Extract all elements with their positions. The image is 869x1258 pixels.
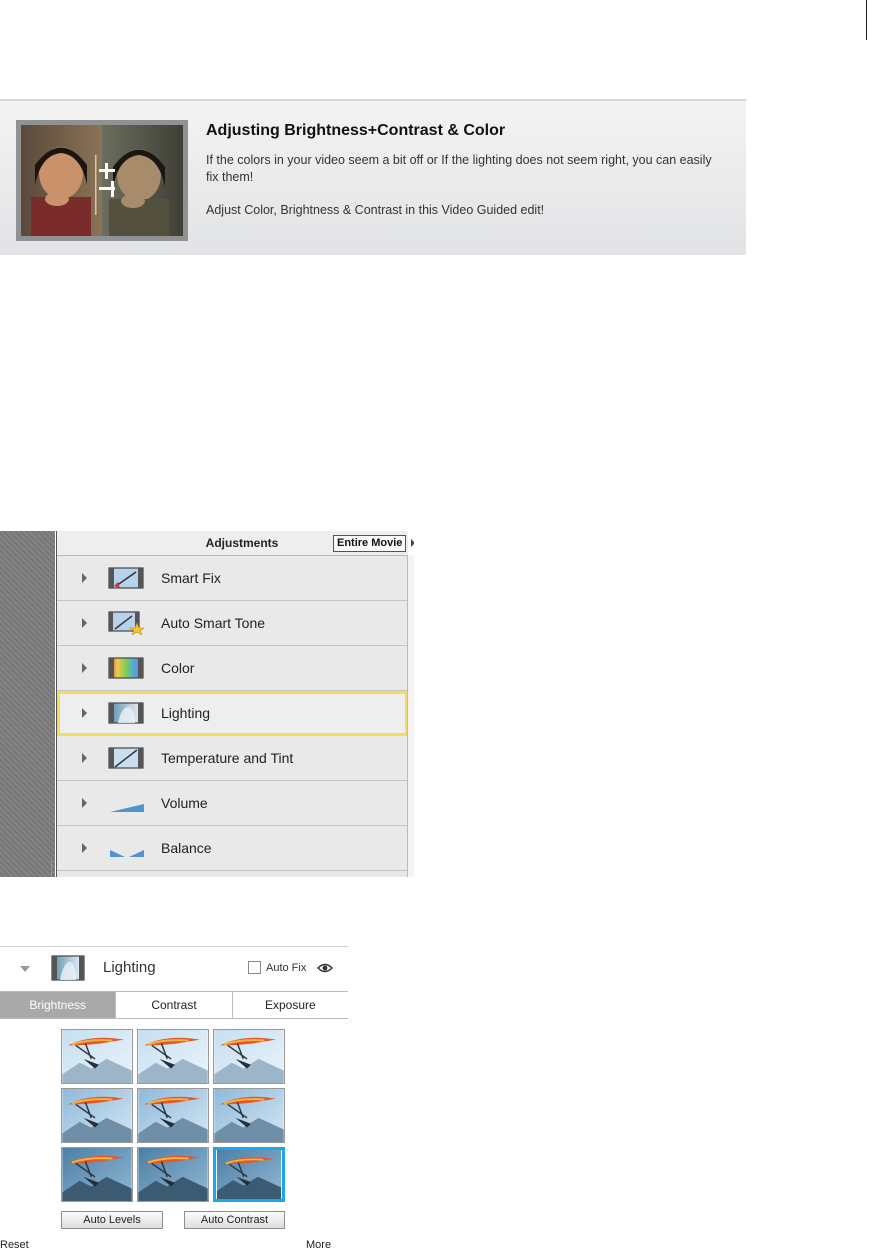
expand-arrow-icon[interactable]	[82, 618, 87, 628]
auto-contrast-button[interactable]: Auto Contrast	[184, 1211, 285, 1229]
auto-levels-button[interactable]: Auto Levels	[61, 1211, 163, 1229]
auto-fix-checkbox[interactable]: Auto Fix	[248, 961, 306, 974]
lighting-panel: Lighting Auto Fix Brightness Contrast Ex…	[0, 946, 348, 1258]
volume-icon	[110, 804, 144, 812]
temperature-tint-icon	[108, 747, 144, 769]
expand-arrow-icon[interactable]	[82, 708, 87, 718]
lighting-title: Lighting	[103, 959, 156, 976]
adjustment-balance[interactable]: Balance	[57, 826, 408, 871]
adjustments-list: Adjustments Entire Movie Smart Fix Auto	[56, 531, 414, 877]
banner-description: If the colors in your video seem a bit o…	[206, 153, 712, 184]
adjustment-label: Smart Fix	[161, 570, 221, 586]
expand-arrow-icon[interactable]	[82, 573, 87, 583]
expand-arrow-icon[interactable]	[82, 663, 87, 673]
brightness-thumbnail[interactable]	[61, 1088, 133, 1143]
tab-contrast[interactable]: Contrast	[116, 992, 233, 1018]
color-icon	[108, 657, 144, 679]
guided-edit-banner[interactable]: Adjusting Brightness+Contrast & Color If…	[0, 99, 746, 255]
hang-glider-preview-icon	[62, 1089, 132, 1142]
hang-glider-preview-icon	[214, 1030, 284, 1083]
adjustment-label: Volume	[161, 795, 208, 811]
lighting-icon	[108, 702, 144, 724]
hang-glider-preview-icon	[214, 1089, 284, 1142]
page-edge-rule	[866, 0, 867, 40]
adjustment-label: Color	[161, 660, 195, 676]
brightness-thumbnail[interactable]	[137, 1029, 209, 1084]
adjustment-auto-smart-tone[interactable]: Auto Smart Tone	[57, 601, 408, 646]
hang-glider-preview-icon	[138, 1089, 208, 1142]
smart-fix-icon	[108, 567, 144, 589]
auto-fix-label: Auto Fix	[266, 961, 307, 974]
banner-title: Adjusting Brightness+Contrast & Color	[206, 122, 506, 139]
hang-glider-preview-icon	[138, 1030, 208, 1083]
adjustments-header: Adjustments Entire Movie	[57, 531, 414, 556]
adjustment-label: Auto Smart Tone	[161, 615, 266, 631]
panel-gutter	[0, 531, 55, 877]
adjustment-temperature-tint[interactable]: Temperature and Tint	[57, 736, 408, 781]
auto-smart-tone-icon	[108, 611, 145, 635]
expand-arrow-icon[interactable]	[82, 753, 87, 763]
brightness-thumbnail[interactable]	[61, 1029, 133, 1084]
more-link[interactable]: More	[306, 1239, 331, 1251]
banner-description-secondary: Adjust Color, Brightness & Contrast in t…	[206, 203, 545, 217]
brightness-thumbnail[interactable]	[213, 1147, 285, 1202]
hang-glider-preview-icon	[216, 1150, 282, 1199]
tab-brightness[interactable]: Brightness	[0, 992, 117, 1018]
brightness-thumbnail[interactable]	[137, 1147, 209, 1202]
brightness-thumbnail[interactable]	[61, 1147, 133, 1202]
hang-glider-preview-icon	[62, 1030, 132, 1083]
banner-thumbnail	[16, 120, 188, 241]
adjustment-label: Balance	[161, 840, 212, 856]
balance-icon	[110, 850, 144, 857]
children-photo-thumbnail	[21, 125, 183, 236]
tab-exposure[interactable]: Exposure	[232, 992, 348, 1018]
adjustments-scrollbar[interactable]	[407, 555, 414, 877]
resize-grip[interactable]	[51, 861, 54, 875]
adjustment-label: Temperature and Tint	[161, 750, 294, 766]
brightness-thumbnail-grid	[61, 1029, 285, 1202]
adjustments-panel: Adjustments Entire Movie Smart Fix Auto	[0, 531, 414, 877]
collapse-arrow-icon[interactable]	[20, 966, 30, 972]
scope-dropdown[interactable]: Entire Movie	[333, 535, 407, 552]
reset-link[interactable]: Reset	[0, 1239, 29, 1251]
adjustment-volume[interactable]: Volume	[57, 781, 408, 826]
eye-icon[interactable]	[317, 962, 333, 974]
lighting-icon	[51, 955, 85, 981]
adjustment-lighting[interactable]: Lighting	[57, 691, 408, 736]
scope-expand-icon[interactable]	[411, 539, 414, 547]
adjustment-color[interactable]: Color	[57, 646, 408, 691]
expand-arrow-icon[interactable]	[82, 843, 87, 853]
brightness-thumbnail[interactable]	[137, 1088, 209, 1143]
hang-glider-preview-icon	[138, 1148, 208, 1201]
expand-arrow-icon[interactable]	[82, 798, 87, 808]
brightness-thumbnail[interactable]	[213, 1029, 285, 1084]
brightness-thumbnail[interactable]	[213, 1088, 285, 1143]
adjustment-label: Lighting	[161, 705, 211, 721]
checkbox-box[interactable]	[248, 961, 261, 974]
lighting-tabs: Brightness Contrast Exposure	[0, 991, 348, 1019]
adjustment-smart-fix[interactable]: Smart Fix	[57, 556, 408, 601]
hang-glider-preview-icon	[62, 1148, 132, 1201]
